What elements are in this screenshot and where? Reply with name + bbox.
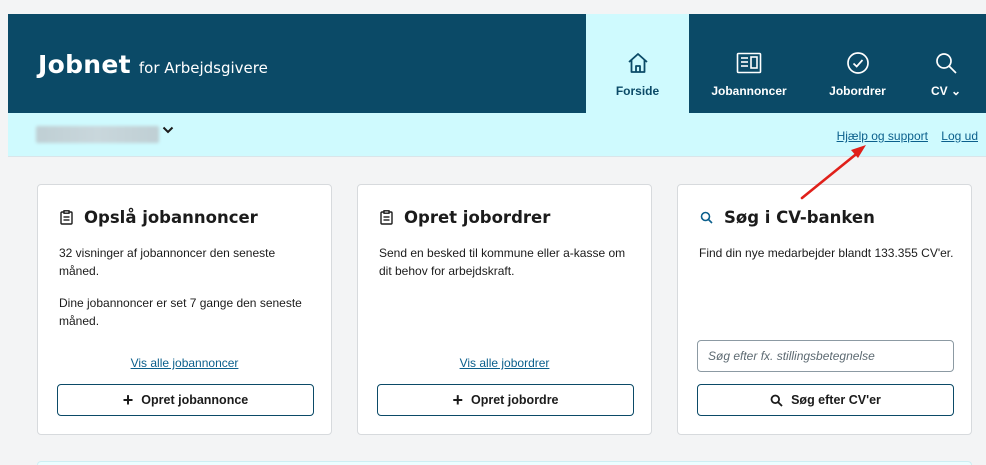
nav-item-cv[interactable]: CV ⌄	[906, 14, 986, 113]
main-nav: Forside Jobannoncer Jobordrer CV ⌄	[586, 14, 986, 113]
nav-item-jobannoncer[interactable]: Jobannoncer	[689, 14, 809, 113]
plus-icon: +	[452, 390, 463, 410]
nav-item-label: Jobannoncer	[711, 84, 787, 98]
home-icon	[626, 48, 650, 78]
search-icon	[934, 48, 958, 78]
logout-link[interactable]: Log ud	[941, 129, 978, 143]
card-title-text: Opslå jobannoncer	[84, 208, 258, 227]
nav-item-cv-label: CV ⌄	[930, 84, 962, 98]
logo-sub: for Arbejdsgivere	[138, 59, 268, 77]
card-text-description: Find din nye medarbejder blandt 133.355 …	[699, 246, 954, 260]
nav-item-label: Forside	[615, 84, 660, 98]
card-title: Opret jobordrer	[380, 208, 550, 227]
card-text-seen: Dine jobannoncer er set 7 gange den sene…	[59, 296, 302, 328]
card-text-views: 32 visninger af jobannoncer den seneste …	[59, 246, 276, 278]
nav-item-forside[interactable]: Forside	[586, 14, 689, 113]
create-job-order-button[interactable]: + Opret jobordre	[377, 384, 634, 416]
sub-links: Hjælp og support Log ud	[827, 129, 978, 143]
search-cv-button[interactable]: Søg efter CV'er	[697, 384, 954, 416]
card-job-orders: Opret jobordrer Send en besked til kommu…	[357, 184, 652, 435]
sub-bar: Hjælp og support Log ud	[8, 113, 986, 157]
view-all-job-ads-link[interactable]: Vis alle jobannoncer	[38, 356, 331, 370]
view-all-job-orders-link[interactable]: Vis alle jobordrer	[358, 356, 651, 370]
top-header: Jobnet for Arbejdsgivere Forside Jobanno…	[8, 14, 986, 113]
logo-main: Jobnet	[38, 50, 131, 79]
create-job-ad-button[interactable]: + Opret jobannonce	[57, 384, 314, 416]
company-selector[interactable]	[36, 126, 159, 143]
card-title: Opslå jobannoncer	[60, 208, 258, 227]
card-title-text: Opret jobordrer	[404, 208, 551, 227]
nav-item-label: Jobordrer	[829, 84, 886, 98]
search-icon	[770, 394, 783, 407]
bottom-panel	[37, 461, 972, 465]
card-title: Søg i CV-banken	[700, 208, 875, 227]
clipboard-icon	[380, 210, 394, 226]
help-support-link[interactable]: Hjælp og support	[837, 129, 928, 143]
button-label: Søg efter CV'er	[791, 393, 881, 407]
card-title-text: Søg i CV-banken	[724, 208, 875, 227]
job-ads-icon	[736, 48, 762, 78]
check-circle-icon	[846, 48, 870, 78]
chevron-down-icon: ⌄	[950, 84, 962, 98]
card-job-ads: Opslå jobannoncer 32 visninger af jobann…	[37, 184, 332, 435]
page: Jobnet for Arbejdsgivere Forside Jobanno…	[0, 0, 986, 465]
button-label: Opret jobannonce	[141, 393, 249, 407]
plus-icon: +	[122, 390, 134, 410]
cv-search-input[interactable]	[697, 340, 954, 372]
nav-item-jobordrer[interactable]: Jobordrer	[809, 14, 906, 113]
button-label: Opret jobordre	[471, 393, 559, 407]
clipboard-icon	[60, 210, 74, 226]
card-cv-bank: Søg i CV-banken Find din nye medarbejder…	[677, 184, 972, 435]
jobnet-logo[interactable]: Jobnet for Arbejdsgivere	[38, 50, 268, 79]
card-text-description: Send en besked til kommune eller a-kasse…	[379, 246, 626, 278]
search-icon	[700, 210, 714, 226]
chevron-down-icon[interactable]	[162, 124, 174, 139]
